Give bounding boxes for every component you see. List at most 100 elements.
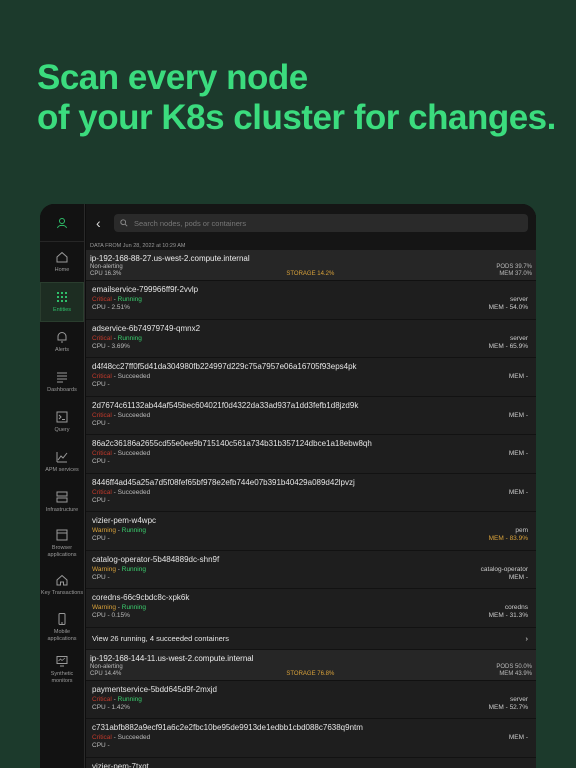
health-state: Critical (92, 450, 112, 457)
container-metrics: server MEM - 52.7% (489, 696, 528, 712)
container-mem: MEM - 54.0% (488, 304, 528, 311)
container-row[interactable]: d4f48cc27ff0f5d41da304980fb224997d229c75… (86, 358, 536, 397)
back-icon[interactable]: ‹ (96, 215, 114, 231)
container-status: Warning - Running (92, 527, 146, 534)
container-mem: MEM - (508, 734, 528, 741)
sidebar-item-entities[interactable]: Entities (40, 282, 84, 322)
container-name: 8446ff4ad45a25a7d5f08fef65bf978e2efb744e… (92, 477, 355, 487)
container-label: server (509, 695, 528, 703)
phase: Running (117, 695, 142, 703)
grid-icon (57, 292, 67, 303)
container-row[interactable]: paymentservice-5bdd645d9f-2mxjd Critical … (86, 680, 536, 719)
container-status: Warning - Running (92, 604, 146, 611)
container-row[interactable]: adservice-6b74979749-qmnx2 Critical - Run… (86, 319, 536, 358)
sidebar-item-apm-services[interactable]: APM services (40, 442, 84, 482)
container-name: c731abfb882a9ecf91a6c2e2fbc10be95de9913d… (92, 723, 363, 732)
container-cpu: CPU - (92, 742, 110, 749)
container-row[interactable]: catalog-operator-5b484889dc-shn9f Warning… (86, 550, 536, 589)
container-name: catalog-operator-5b484889dc-shn9f (92, 554, 220, 564)
node-header[interactable]: ip-192-168-144-11.us-west-2.compute.inte… (86, 649, 536, 681)
container-mem: MEM - (508, 450, 528, 457)
sidebar-item-key-transactions[interactable]: Key Transactions (40, 564, 84, 606)
node-status: Non-alerting (90, 264, 123, 270)
container-metrics: MEM - (509, 734, 528, 742)
home-icon (56, 252, 68, 263)
server-icon (56, 491, 68, 503)
sidebar-item-label: Browser applications (47, 545, 77, 558)
node-header[interactable]: ip-192-168-88-27.us-west-2.compute.inter… (86, 250, 536, 281)
container-metrics: MEM - (509, 412, 528, 420)
sidebar-item-label: Home (54, 267, 70, 274)
monitor-icon (56, 656, 68, 667)
data-timestamp: DATA FROM Jun 28, 2022 at 10:29 AM (86, 242, 536, 250)
container-status: Critical - Succeeded (92, 373, 151, 380)
health-state: Critical (92, 411, 112, 419)
container-mem: MEM - (508, 573, 528, 581)
headline: Scan every node of your K8s cluster for … (37, 58, 557, 138)
sidebar-item-synthetic-monitors[interactable]: Synthetic monitors (40, 648, 84, 690)
container-row[interactable]: 86a2c36186a2655cd55e0ee9b715140c561a734b… (86, 435, 536, 474)
browser-icon (56, 529, 68, 541)
container-label: pem (515, 527, 528, 534)
container-label: catalog-operator (480, 565, 528, 573)
node-name: ip-192-168-88-27.us-west-2.compute.inter… (90, 254, 250, 263)
device-screen: Home Entities Alerts Dashboards Query APM ser… (40, 204, 536, 768)
container-row[interactable]: c731abfb882a9ecf91a6c2e2fbc10be95de9913d… (86, 719, 536, 758)
container-name: emailservice-799966ff9f-2vvlp (92, 285, 199, 294)
profile-button[interactable] (40, 204, 84, 242)
mobile-icon (58, 613, 66, 625)
container-name: vizier-pem-7txqt (92, 761, 149, 768)
container-row[interactable]: coredns-66c9cbdc8c-xpk6k Warning - Runnin… (86, 589, 536, 628)
container-metrics: server MEM - 54.0% (489, 296, 528, 312)
container-cpu: CPU - (92, 496, 110, 504)
node-storage: STORAGE 76.8% (286, 670, 335, 677)
search-placeholder: Search nodes, pods or containers (134, 218, 247, 228)
container-row[interactable]: emailservice-799966ff9f-2vvlp Critical - … (86, 281, 536, 320)
sidebar-item-label: Entities (52, 307, 72, 314)
container-status: Critical - Succeeded (92, 411, 151, 419)
node-mem: MEM 43.9% (499, 670, 532, 677)
main-panel: ‹ Search nodes, pods or containers DATA … (86, 204, 536, 768)
sidebar-item-infrastructure[interactable]: Infrastructure (40, 482, 84, 522)
container-mem: MEM - 31.3% (488, 612, 528, 619)
container-name: d4f48cc27ff0f5d41da304980fb224997d229c75… (92, 362, 357, 371)
health-state: Critical (92, 296, 112, 303)
container-cpu: CPU - 3.69% (92, 342, 130, 350)
phase: Running (117, 296, 142, 303)
node-pods: PODS 39.7% (496, 264, 532, 270)
container-name: adservice-6b74979749-qmnx2 (92, 323, 201, 333)
container-cpu: CPU - (92, 535, 110, 542)
node-mem: MEM 37.0% (499, 271, 532, 277)
search-input[interactable]: Search nodes, pods or containers (114, 214, 528, 232)
container-cpu: CPU - 0.15% (92, 612, 130, 619)
user-icon (57, 217, 67, 228)
sidebar-item-query[interactable]: Query (40, 402, 84, 442)
sidebar-item-browser-applications[interactable]: Browser applications (40, 522, 84, 564)
container-row[interactable]: 8446ff4ad45a25a7d5f08fef65bf978e2efb744e… (86, 473, 536, 512)
chevron-right-icon: › (525, 633, 529, 643)
phase: Running (121, 565, 146, 573)
phase: Running (121, 604, 146, 611)
health-state: Critical (92, 734, 112, 741)
container-row[interactable]: vizier-pem-w4wpc Warning - Running CPU - pe… (86, 512, 536, 551)
sidebar-item-dashboards[interactable]: Dashboards (40, 362, 84, 402)
container-label: coredns (504, 604, 528, 611)
health-state: Critical (92, 334, 112, 342)
sidebar-item-label: Dashboards (47, 387, 77, 394)
container-status: Warning - Running (92, 565, 146, 573)
sidebar-item-home[interactable]: Home (40, 242, 84, 282)
container-label: server (509, 296, 528, 303)
container-cpu: CPU - (92, 381, 110, 388)
container-metrics: server MEM - 65.9% (489, 335, 528, 351)
container-cpu: CPU - (92, 419, 110, 427)
sidebar-item-alerts[interactable]: Alerts (40, 322, 84, 362)
container-status: Critical - Running (92, 334, 142, 342)
sidebar-item-mobile-applications[interactable]: Mobile applications (40, 606, 84, 648)
container-metrics: MEM - (509, 450, 528, 458)
container-status: Critical - Succeeded (92, 734, 151, 741)
container-mem: MEM - (508, 411, 528, 419)
container-row[interactable]: 2d7674c61132ab44af545bec604021f0d4322da3… (86, 396, 536, 435)
container-metrics: catalog-operator MEM - (481, 566, 528, 582)
container-row[interactable]: vizier-pem-7txqt (86, 757, 536, 768)
view-all-containers-button[interactable]: View 26 running, 4 succeeded containers … (86, 627, 536, 650)
